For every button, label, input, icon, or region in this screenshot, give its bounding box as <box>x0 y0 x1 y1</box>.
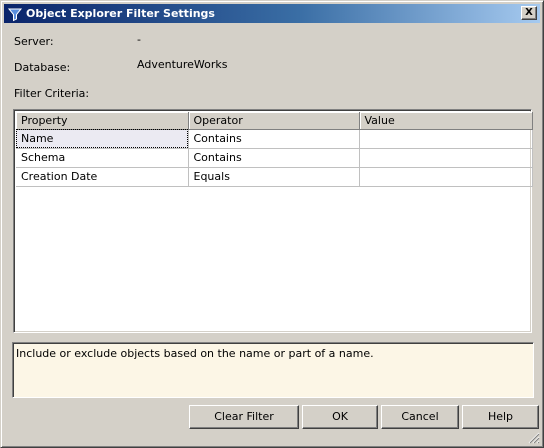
filter-grid: Property Operator Value Name Contains Sc… <box>13 109 533 333</box>
description-panel: Include or exclude objects based on the … <box>12 342 534 398</box>
operator-cell[interactable]: Contains <box>188 129 360 149</box>
funnel-icon <box>7 8 23 22</box>
title-bar[interactable]: Object Explorer Filter Settings X <box>4 4 540 23</box>
operator-cell[interactable]: Equals <box>188 167 360 187</box>
column-header-value[interactable]: Value <box>359 112 533 130</box>
filter-criteria-label: Filter Criteria: <box>14 87 90 100</box>
value-cell[interactable] <box>359 167 533 187</box>
column-header-operator[interactable]: Operator <box>188 112 360 130</box>
window-title: Object Explorer Filter Settings <box>26 7 215 20</box>
server-label: Server: <box>14 35 54 48</box>
cancel-label: Cancel <box>401 410 439 423</box>
help-label: Help <box>487 410 514 423</box>
close-icon: X <box>525 7 533 18</box>
property-cell[interactable]: Schema <box>16 148 189 168</box>
operator-cell[interactable]: Contains <box>188 148 360 168</box>
filter-settings-dialog: Object Explorer Filter Settings X Server… <box>0 0 544 448</box>
column-header-property[interactable]: Property <box>16 112 189 130</box>
clear-filter-button[interactable]: Clear Filter <box>189 405 299 429</box>
property-cell[interactable]: Name <box>16 129 189 149</box>
cancel-button[interactable]: Cancel <box>381 405 459 429</box>
clear-filter-label: Clear Filter <box>214 410 274 423</box>
value-cell[interactable] <box>359 129 533 149</box>
table-row[interactable]: Schema Contains <box>16 148 533 168</box>
resize-grip-icon[interactable] <box>528 432 540 444</box>
database-label: Database: <box>14 61 71 74</box>
description-text: Include or exclude objects based on the … <box>16 347 374 360</box>
database-value: AdventureWorks <box>137 58 228 71</box>
close-button[interactable]: X <box>521 6 537 20</box>
table-row[interactable]: Creation Date Equals <box>16 167 533 187</box>
property-cell[interactable]: Creation Date <box>16 167 189 187</box>
ok-label: OK <box>332 410 348 423</box>
table-row[interactable]: Name Contains <box>16 129 533 149</box>
value-cell[interactable] <box>359 148 533 168</box>
help-button[interactable]: Help <box>462 405 539 429</box>
server-value: - <box>137 33 141 46</box>
ok-button[interactable]: OK <box>302 405 378 429</box>
